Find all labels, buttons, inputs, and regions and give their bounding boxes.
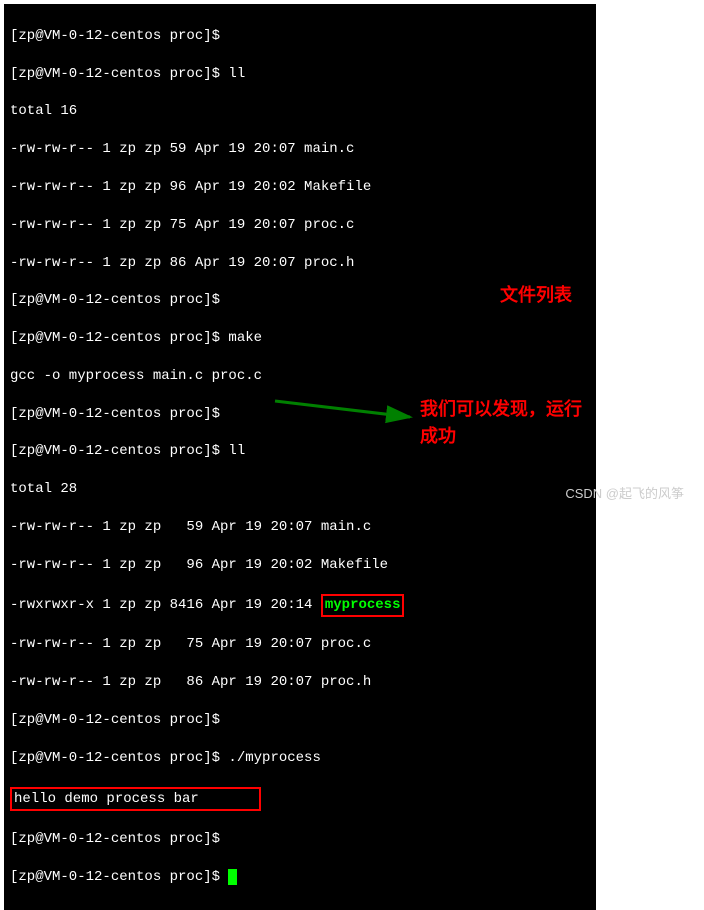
prompt-line: [zp@VM-0-12-centos proc]$ xyxy=(10,711,590,730)
total-1: total 16 xyxy=(10,102,590,121)
file-proc-h-1: -rw-rw-r-- 1 zp zp 86 Apr 19 20:07 proc.… xyxy=(10,254,590,273)
file-main-c-1: -rw-rw-r-- 1 zp zp 59 Apr 19 20:07 main.… xyxy=(10,140,590,159)
cmd-make: [zp@VM-0-12-centos proc]$ make xyxy=(10,329,590,348)
cmd-run: [zp@VM-0-12-centos proc]$ ./myprocess xyxy=(10,749,590,768)
annotation-file-list: 文件列表 xyxy=(500,282,572,309)
prompt-line-cursor: [zp@VM-0-12-centos proc]$ xyxy=(10,868,590,887)
file-proc-c-1: -rw-rw-r-- 1 zp zp 75 Apr 19 20:07 proc.… xyxy=(10,216,590,235)
cmd-ll-1: [zp@VM-0-12-centos proc]$ ll xyxy=(10,65,590,84)
gcc-output: gcc -o myprocess main.c proc.c xyxy=(10,367,590,386)
file-makefile-1: -rw-rw-r-- 1 zp zp 96 Apr 19 20:02 Makef… xyxy=(10,178,590,197)
file-proc-c-2: -rw-rw-r-- 1 zp zp 75 Apr 19 20:07 proc.… xyxy=(10,635,590,654)
total-2: total 28 xyxy=(10,480,590,499)
file-main-c-2: -rw-rw-r-- 1 zp zp 59 Apr 19 20:07 main.… xyxy=(10,518,590,537)
terminal-window[interactable]: [zp@VM-0-12-centos proc]$ [zp@VM-0-12-ce… xyxy=(4,4,596,910)
prompt-line: [zp@VM-0-12-centos proc]$ xyxy=(10,27,590,46)
prompt-line: [zp@VM-0-12-centos proc]$ xyxy=(10,830,590,849)
program-output: hello demo process bar xyxy=(10,787,590,812)
file-proc-h-2: -rw-rw-r-- 1 zp zp 86 Apr 19 20:07 proc.… xyxy=(10,673,590,692)
watermark: CSDN @起飞的风筝 xyxy=(565,483,684,502)
myprocess-exec: myprocess xyxy=(321,594,405,617)
annotation-success: 我们可以发现，运行 成功 xyxy=(420,396,582,450)
file-makefile-2: -rw-rw-r-- 1 zp zp 96 Apr 19 20:02 Makef… xyxy=(10,556,590,575)
cursor-icon xyxy=(228,869,237,885)
file-myprocess: -rwxrwxr-x 1 zp zp 8416 Apr 19 20:14 myp… xyxy=(10,594,590,617)
